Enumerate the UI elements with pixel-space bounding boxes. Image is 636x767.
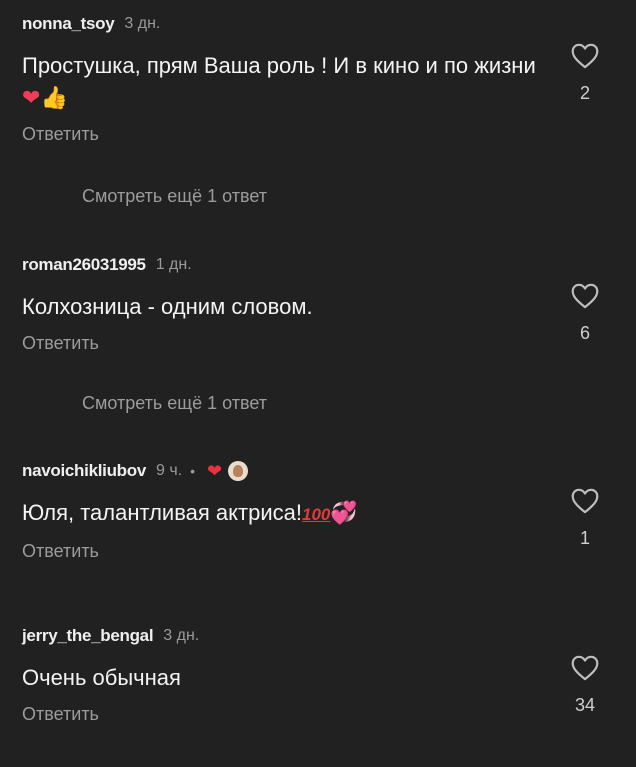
- author-avatar: [228, 461, 249, 481]
- heart-outline-icon[interactable]: [565, 42, 605, 69]
- comment-timestamp: 9 ч.: [155, 462, 183, 479]
- like-count: 2: [579, 83, 590, 103]
- reply-button[interactable]: Ответить: [22, 704, 622, 725]
- comment-username[interactable]: navoichikliubov: [22, 461, 146, 481]
- comment-timestamp: 3 дн.: [124, 15, 161, 32]
- comment-text: Колхозница - одним словом.: [22, 294, 313, 319]
- like-control: 1: [565, 487, 605, 549]
- view-more-replies[interactable]: Смотреть ещё 1 ответ: [82, 393, 267, 414]
- like-count: 1: [579, 528, 590, 548]
- comment-text-content: Простушка, прям Ваша роль ! И в кино и п…: [22, 53, 536, 78]
- comment: navoichikliubov 9 ч. • ❤ Юля, талантлива…: [22, 459, 622, 562]
- comment-header: jerry_the_bengal 3 дн.: [22, 624, 622, 648]
- reply-button[interactable]: Ответить: [22, 124, 622, 145]
- comment-username[interactable]: jerry_the_bengal: [22, 626, 154, 646]
- comment-text: Очень обычная: [22, 665, 181, 690]
- comment-text-content: Юля, талантливая актриса!: [22, 500, 302, 525]
- comment-text: Простушка, прям Ваша роль ! И в кино и п…: [22, 50, 542, 114]
- thumbs-up-emoji-icon: 👍: [40, 85, 68, 110]
- heart-outline-icon[interactable]: [565, 654, 605, 681]
- heart-outline-icon[interactable]: [565, 487, 605, 514]
- comment: nonna_tsoy 3 дн. Простушка, прям Ваша ро…: [22, 12, 622, 145]
- comment-username[interactable]: roman26031995: [22, 255, 146, 275]
- comment: jerry_the_bengal 3 дн. Очень обычная Отв…: [22, 624, 622, 725]
- like-count: 6: [579, 323, 590, 343]
- reply-button[interactable]: Ответить: [22, 333, 622, 354]
- like-control: 34: [565, 654, 605, 716]
- like-count: 34: [574, 695, 596, 715]
- heart-filled-icon: ❤: [207, 460, 223, 481]
- heart-outline-icon[interactable]: [565, 282, 605, 309]
- like-control: 2: [565, 42, 605, 104]
- comment-timestamp: 1 дн.: [155, 256, 192, 273]
- separator-dot: •: [190, 463, 196, 479]
- comment-header: navoichikliubov 9 ч. • ❤: [22, 459, 622, 483]
- comment-header: roman26031995 1 дн.: [22, 253, 622, 277]
- reply-button[interactable]: Ответить: [22, 541, 622, 562]
- comment-timestamp: 3 дн.: [163, 627, 200, 644]
- revolving-hearts-emoji-icon: 💞: [330, 500, 358, 525]
- comment-header: nonna_tsoy 3 дн.: [22, 12, 622, 36]
- comment-text: Юля, талантливая актриса!100💞: [22, 497, 542, 531]
- view-more-replies[interactable]: Смотреть ещё 1 ответ: [82, 186, 267, 207]
- comment-username[interactable]: nonna_tsoy: [22, 14, 115, 34]
- heart-emoji-icon: ❤: [22, 85, 41, 110]
- hundred-points-emoji-icon: 100: [301, 505, 331, 524]
- comment: roman26031995 1 дн. Колхозница - одним с…: [22, 253, 622, 354]
- like-control: 6: [565, 282, 605, 344]
